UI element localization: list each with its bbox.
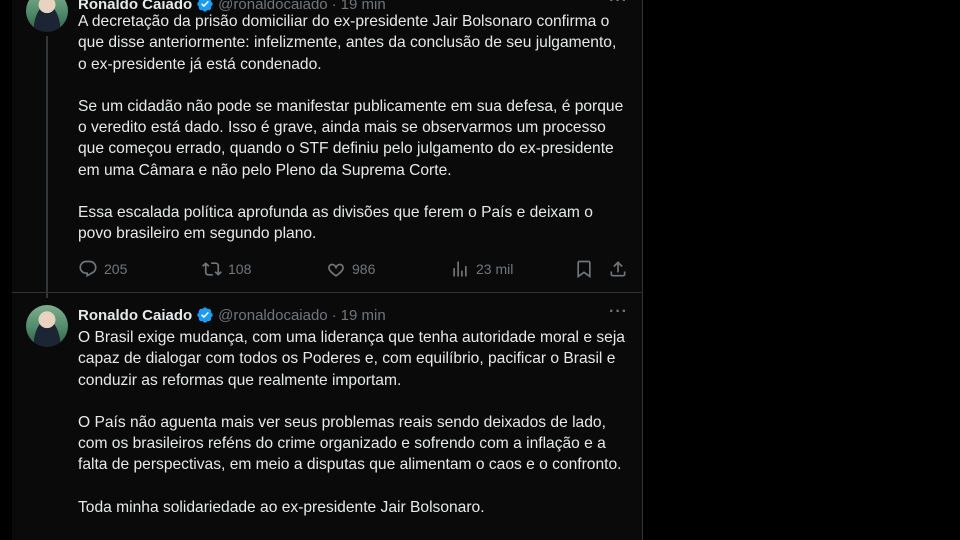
views-button[interactable]: 23 mil: [450, 259, 513, 279]
analytics-icon: [453, 261, 467, 277]
thread-connector-line: [46, 36, 48, 298]
tweet-paragraph: A decretação da prisão domiciliar do ex-…: [78, 13, 617, 73]
reply-button[interactable]: 205: [78, 259, 127, 279]
avatar[interactable]: [26, 305, 68, 347]
tweet-paragraph: O Brasil exige mudança, com uma lideranç…: [78, 329, 625, 389]
tweet-paragraph: Se um cidadão não pode se manifestar pub…: [78, 97, 624, 179]
tweet-text: A decretação da prisão domiciliar do ex-…: [78, 11, 626, 266]
tweet-header: Ronaldo Caiado @ronaldocaiado · 19 min: [78, 305, 386, 325]
separator-dot: ·: [331, 306, 337, 324]
avatar[interactable]: [26, 0, 68, 32]
timeline-column: Ronaldo Caiado @ronaldocaiado · 19 min ·…: [12, 0, 643, 540]
repost-count: 108: [228, 261, 252, 277]
more-options-icon[interactable]: ···: [609, 303, 628, 321]
tweet-paragraph: Toda minha solidariedade ao ex-president…: [78, 498, 485, 516]
reply-icon: [79, 260, 97, 278]
tweet[interactable]: Ronaldo Caiado @ronaldocaiado · 19 min ·…: [12, 292, 642, 540]
views-count: 23 mil: [476, 261, 514, 277]
bookmark-icon: [577, 260, 591, 279]
repost-icon: [202, 262, 222, 276]
share-icon: [610, 261, 626, 277]
tweet-actions-bar: 205 108 986 23 mil: [78, 258, 638, 280]
more-options-icon[interactable]: ···: [609, 0, 628, 10]
like-count: 986: [352, 261, 376, 277]
tweet[interactable]: Ronaldo Caiado @ronaldocaiado · 19 min ·…: [12, 0, 642, 298]
timestamp[interactable]: 19 min: [341, 307, 386, 324]
author-name[interactable]: Ronaldo Caiado: [78, 307, 192, 324]
like-button[interactable]: 986: [326, 259, 375, 279]
tweet-text: O Brasil exige mudança, com uma lideranç…: [78, 327, 626, 539]
tweet-paragraph: Essa escalada política aprofunda as divi…: [78, 204, 593, 243]
author-handle[interactable]: @ronaldocaiado: [218, 307, 327, 324]
verified-badge-icon: [197, 307, 213, 323]
share-button[interactable]: [608, 259, 628, 279]
tweet-paragraph: O País não aguenta mais ver seus problem…: [78, 413, 622, 474]
reply-count: 205: [104, 261, 128, 277]
repost-button[interactable]: 108: [202, 259, 251, 279]
heart-icon: [328, 263, 344, 277]
screenshot-stage: Ronaldo Caiado @ronaldocaiado · 19 min ·…: [0, 0, 960, 540]
bookmark-button[interactable]: [574, 259, 594, 279]
